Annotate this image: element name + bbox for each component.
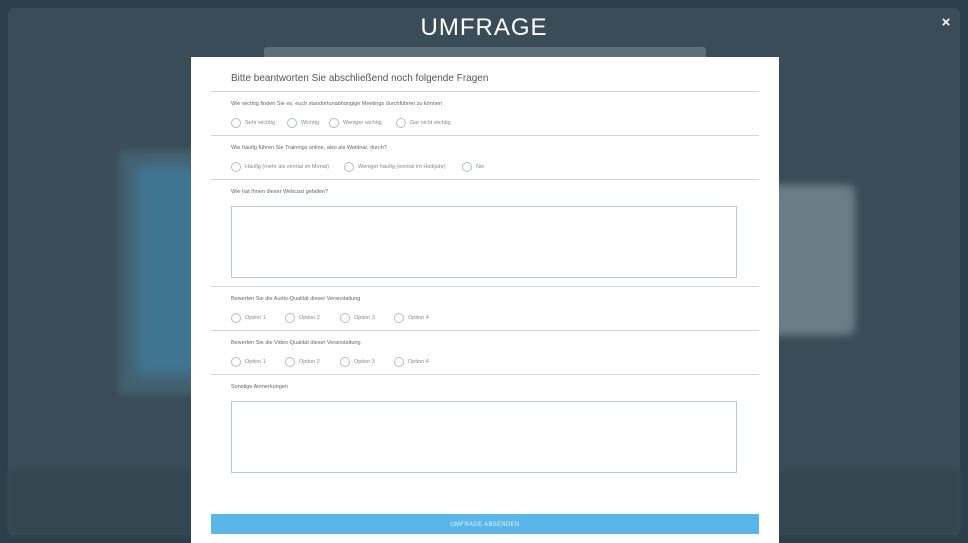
question-3-label: Wie hat Ihnen dieser Webcast gefallen? [231, 189, 329, 195]
q1-option-2[interactable]: Wichtig [287, 118, 319, 128]
radio-button[interactable] [396, 118, 406, 128]
submit-survey-button[interactable]: UMFRAGE ABSENDEN [211, 514, 759, 534]
q1-option-4[interactable]: Gar nicht wichtig [396, 118, 451, 128]
option-label: Option 2 [299, 315, 320, 321]
q2-option-3[interactable]: Nie [462, 162, 484, 172]
radio-button[interactable] [344, 162, 354, 172]
option-label: Weniger häufig (einmal im Halbjahr) [358, 164, 446, 170]
survey-heading: Bitte beantworten Sie abschließend noch … [231, 73, 489, 84]
q4-option-3[interactable]: Option 3 [340, 313, 375, 323]
option-label: Option 2 [299, 359, 320, 365]
option-label: Weniger wichtig [343, 120, 382, 126]
question-5-label: Bewerten Sie die Video-Qualität dieser V… [231, 340, 361, 346]
option-label: Nie [476, 164, 485, 170]
radio-button[interactable] [231, 162, 241, 172]
radio-button[interactable] [329, 118, 339, 128]
question-6-label: Sonstige Anmerkungen [231, 384, 288, 390]
divider [211, 135, 759, 136]
radio-button[interactable] [462, 162, 472, 172]
q1-option-1[interactable]: Sehr wichtig [231, 118, 275, 128]
option-label: Sehr wichtig [245, 120, 275, 126]
option-label: Wichtig [301, 120, 320, 126]
q5-option-3[interactable]: Option 3 [340, 357, 375, 367]
divider [211, 179, 759, 180]
q2-option-1[interactable]: Häufig (mehr als einmal im Monat) [231, 162, 329, 172]
q5-option-1[interactable]: Option 1 [231, 357, 266, 367]
option-label: Option 3 [354, 315, 375, 321]
q5-option-2[interactable]: Option 2 [285, 357, 320, 367]
divider [211, 286, 759, 287]
close-icon[interactable]: × [938, 14, 954, 32]
comments-textarea[interactable] [231, 401, 737, 473]
question-4-label: Bewerten Sie die Audio-Qualität dieser V… [231, 296, 361, 302]
option-label: Option 4 [408, 359, 429, 365]
radio-button[interactable] [287, 118, 297, 128]
question-1-label: Wie wichtig finden Sie es, euch standort… [231, 101, 442, 107]
q4-option-4[interactable]: Option 4 [394, 313, 429, 323]
radio-button[interactable] [231, 118, 241, 128]
radio-button[interactable] [394, 357, 404, 367]
option-label: Option 3 [354, 359, 375, 365]
modal-title: UMFRAGE [420, 14, 548, 41]
option-label: Option 1 [245, 315, 266, 321]
option-label: Option 1 [245, 359, 266, 365]
divider [211, 91, 759, 92]
q2-option-2[interactable]: Weniger häufig (einmal im Halbjahr) [344, 162, 446, 172]
option-label: Option 4 [408, 315, 429, 321]
radio-button[interactable] [394, 313, 404, 323]
question-2-label: Wie häufig führen Sie Trainings online, … [231, 145, 387, 151]
q1-option-3[interactable]: Weniger wichtig [329, 118, 382, 128]
radio-button[interactable] [231, 313, 241, 323]
q4-option-1[interactable]: Option 1 [231, 313, 266, 323]
radio-button[interactable] [231, 357, 241, 367]
radio-button[interactable] [285, 313, 295, 323]
q4-option-2[interactable]: Option 2 [285, 313, 320, 323]
radio-button[interactable] [285, 357, 295, 367]
option-label: Gar nicht wichtig [410, 120, 451, 126]
survey-panel: Bitte beantworten Sie abschließend noch … [191, 57, 779, 543]
divider [211, 374, 759, 375]
q5-option-4[interactable]: Option 4 [394, 357, 429, 367]
option-label: Häufig (mehr als einmal im Monat) [245, 164, 330, 170]
radio-button[interactable] [340, 313, 350, 323]
divider [211, 330, 759, 331]
webcast-feedback-textarea[interactable] [231, 206, 737, 278]
radio-button[interactable] [340, 357, 350, 367]
